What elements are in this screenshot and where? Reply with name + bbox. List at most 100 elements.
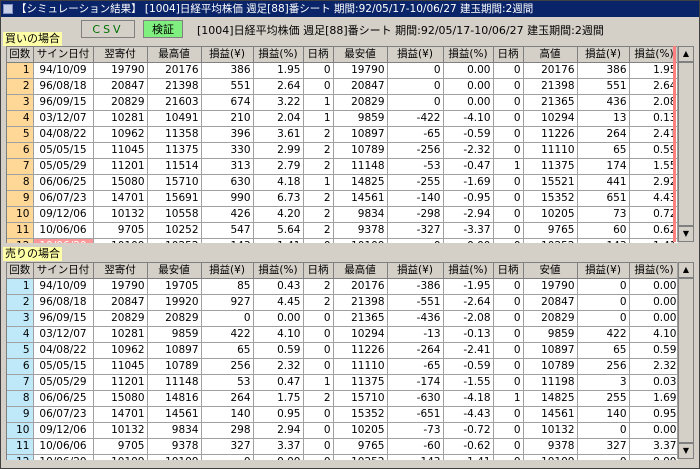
table-row[interactable]: 7 05/05/29 11201 11514 313 2.79 2 11148 -53 -0.47…: [7, 158, 678, 175]
value-cell[interactable]: 11198: [523, 374, 578, 391]
value-cell[interactable]: 0: [577, 310, 630, 327]
scroll-down-icon[interactable]: ▼: [678, 226, 694, 242]
value-cell[interactable]: -60: [387, 438, 444, 455]
value-cell[interactable]: -0.72: [443, 422, 494, 439]
value-cell[interactable]: 14825: [333, 174, 388, 191]
value-cell[interactable]: 2: [303, 390, 334, 407]
value-cell[interactable]: -0.59: [443, 358, 494, 375]
value-cell[interactable]: 0.95: [629, 406, 678, 423]
sell-scroll-thumb[interactable]: [678, 278, 694, 443]
value-cell[interactable]: 2: [303, 294, 334, 311]
value-cell[interactable]: 0: [303, 78, 334, 95]
row-index-cell[interactable]: 8: [7, 390, 34, 407]
value-cell[interactable]: 0: [493, 422, 524, 439]
value-cell[interactable]: 11148: [147, 374, 202, 391]
value-cell[interactable]: 19920: [147, 294, 202, 311]
value-cell[interactable]: 0: [387, 62, 444, 79]
value-cell[interactable]: -298: [387, 206, 444, 223]
value-cell[interactable]: 2.32: [629, 358, 678, 375]
value-cell[interactable]: 0: [201, 310, 254, 327]
value-cell[interactable]: 9765: [523, 222, 578, 239]
column-header[interactable]: 最安値: [147, 263, 202, 279]
value-cell[interactable]: 0: [493, 238, 524, 243]
value-cell[interactable]: 11375: [333, 374, 388, 391]
column-header[interactable]: サイン日付: [33, 47, 94, 63]
value-cell[interactable]: 174: [577, 158, 630, 175]
value-cell[interactable]: -53: [387, 158, 444, 175]
scroll-down-icon[interactable]: ▼: [678, 443, 694, 459]
value-cell[interactable]: 1: [493, 158, 524, 175]
value-cell[interactable]: 10252: [523, 238, 578, 243]
value-cell[interactable]: 2: [303, 190, 334, 207]
value-cell[interactable]: 0: [493, 326, 524, 343]
value-cell[interactable]: 14825: [523, 390, 578, 407]
value-cell[interactable]: 330: [201, 142, 254, 159]
value-cell[interactable]: 3.37: [629, 438, 678, 455]
value-cell[interactable]: -386: [387, 278, 444, 295]
row-index-cell[interactable]: 10: [7, 422, 34, 439]
row-index-cell[interactable]: 8: [7, 174, 34, 191]
value-cell[interactable]: -1.69: [443, 174, 494, 191]
value-cell[interactable]: 13: [577, 110, 630, 127]
value-cell[interactable]: -4.43: [443, 406, 494, 423]
table-row[interactable]: 7 05/05/29 11201 11148 53 0.47 1 11375 -174 -1.55…: [7, 374, 678, 391]
column-header[interactable]: 翌寄付: [93, 47, 148, 63]
value-cell[interactable]: 2.08: [629, 94, 678, 111]
table-row[interactable]: 10 09/12/06 10132 9834 298 2.94 0 10205 -73 -0.72…: [7, 422, 678, 439]
value-cell[interactable]: 3.37: [253, 438, 304, 455]
value-cell[interactable]: -422: [387, 110, 444, 127]
value-cell[interactable]: 3: [577, 374, 630, 391]
value-cell[interactable]: 1.55: [629, 158, 678, 175]
value-cell[interactable]: 20829: [333, 94, 388, 111]
value-cell[interactable]: 85: [201, 278, 254, 295]
value-cell[interactable]: 0: [577, 422, 630, 439]
value-cell[interactable]: 4.45: [253, 294, 304, 311]
value-cell[interactable]: 3.61: [253, 126, 304, 143]
value-cell[interactable]: 422: [577, 326, 630, 343]
sign-date-cell[interactable]: 96/09/15: [33, 94, 94, 111]
value-cell[interactable]: 20847: [333, 78, 388, 95]
sign-date-cell[interactable]: 10/06/20: [33, 454, 94, 460]
value-cell[interactable]: 21398: [333, 294, 388, 311]
sign-date-cell[interactable]: 06/06/25: [33, 390, 94, 407]
value-cell[interactable]: 1: [493, 390, 524, 407]
value-cell[interactable]: 14701: [93, 190, 148, 207]
value-cell[interactable]: 0: [493, 438, 524, 455]
value-cell[interactable]: -0.13: [443, 326, 494, 343]
value-cell[interactable]: 20176: [523, 62, 578, 79]
table-row[interactable]: 4 03/12/07 10281 10491 210 2.04 1 9859 -422 -4.10…: [7, 110, 678, 127]
value-cell[interactable]: 0.00: [443, 238, 494, 243]
value-cell[interactable]: 14701: [93, 406, 148, 423]
value-cell[interactable]: 10962: [93, 342, 148, 359]
value-cell[interactable]: 14816: [147, 390, 202, 407]
value-cell[interactable]: -0.95: [443, 190, 494, 207]
value-cell[interactable]: 2: [303, 158, 334, 175]
value-cell[interactable]: 0: [493, 454, 524, 460]
sign-date-cell[interactable]: 03/12/07: [33, 110, 94, 127]
value-cell[interactable]: -1.95: [443, 278, 494, 295]
value-cell[interactable]: 0: [493, 278, 524, 295]
value-cell[interactable]: 396: [201, 126, 254, 143]
value-cell[interactable]: 0: [387, 78, 444, 95]
sign-date-cell[interactable]: 06/07/23: [33, 190, 94, 207]
column-header[interactable]: 損益(¥): [577, 263, 630, 279]
value-cell[interactable]: 256: [577, 358, 630, 375]
value-cell[interactable]: 0.00: [443, 94, 494, 111]
value-cell[interactable]: 4.43: [629, 190, 678, 207]
sign-date-cell[interactable]: 96/08/18: [33, 294, 94, 311]
value-cell[interactable]: -2.08: [443, 310, 494, 327]
value-cell[interactable]: -4.10: [443, 110, 494, 127]
value-cell[interactable]: -0.62: [443, 438, 494, 455]
value-cell[interactable]: 0.00: [253, 454, 304, 460]
value-cell[interactable]: 4.18: [253, 174, 304, 191]
table-row[interactable]: 1210/06/20101091010900.00010252-143-1.41…: [7, 454, 678, 460]
value-cell[interactable]: 1.69: [629, 390, 678, 407]
value-cell[interactable]: 0.62: [629, 222, 678, 239]
value-cell[interactable]: 9705: [93, 438, 148, 455]
value-cell[interactable]: 2.32: [253, 358, 304, 375]
value-cell[interactable]: 10109: [333, 238, 388, 243]
value-cell[interactable]: 10109: [523, 454, 578, 460]
value-cell[interactable]: 10962: [93, 126, 148, 143]
sign-date-cell[interactable]: 09/12/06: [33, 206, 94, 223]
value-cell[interactable]: 0.59: [629, 342, 678, 359]
